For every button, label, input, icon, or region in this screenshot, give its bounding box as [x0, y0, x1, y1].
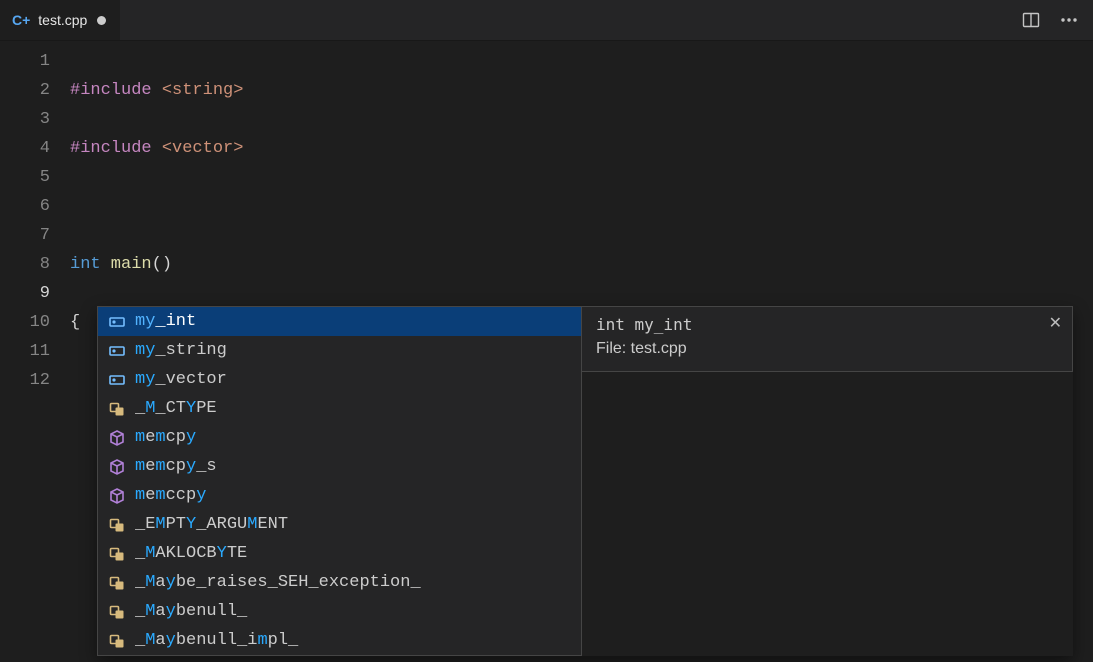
line-number: 10 [0, 308, 50, 337]
tab-testcpp[interactable]: C+ test.cpp [0, 0, 120, 40]
autocomplete-item[interactable]: memccpy [98, 481, 581, 510]
doc-file: File: test.cpp [596, 340, 1058, 358]
line-number: 1 [0, 47, 50, 76]
line-number: 12 [0, 366, 50, 395]
autocomplete-item[interactable]: memcpy [98, 423, 581, 452]
autocomplete-label: memccpy [135, 486, 571, 505]
line-number-gutter: 1 2 3 4 5 6 7 8 9 10 11 12 [0, 47, 70, 627]
autocomplete-item[interactable]: _Maybe_raises_SEH_exception_ [98, 568, 581, 597]
autocomplete-label: _MAKLOCBYTE [135, 544, 571, 563]
autocomplete-item[interactable]: my_vector [98, 365, 581, 394]
token-func: main [101, 255, 152, 274]
token-include: <string> [152, 81, 244, 100]
autocomplete-label: my_int [135, 312, 571, 331]
token-type: int [70, 255, 101, 274]
autocomplete-popup: my_int my_string my_vector _M_CTYPEmemcpy me… [97, 306, 1073, 656]
close-icon[interactable]: ✕ [1049, 313, 1062, 333]
token-brace: { [70, 313, 80, 332]
doc-signature: int my_int [596, 315, 1058, 334]
autocomplete-label: _EMPTY_ARGUMENT [135, 515, 571, 534]
tab-bar: C+ test.cpp [0, 0, 1093, 41]
line-number: 11 [0, 337, 50, 366]
unsaved-dot-icon [97, 16, 106, 25]
more-actions-icon[interactable] [1059, 10, 1079, 30]
line-number: 4 [0, 134, 50, 163]
line-number: 6 [0, 192, 50, 221]
autocomplete-label: _M_CTYPE [135, 399, 571, 418]
autocomplete-label: _Maybe_raises_SEH_exception_ [135, 573, 571, 592]
autocomplete-label: my_vector [135, 370, 571, 389]
autocomplete-item[interactable]: _Maybenull_ [98, 597, 581, 626]
autocomplete-label: _Maybenull_impl_ [135, 631, 571, 650]
autocomplete-item[interactable]: _MAKLOCBYTE [98, 539, 581, 568]
line-number: 5 [0, 163, 50, 192]
tab-actions [1021, 0, 1093, 40]
split-editor-icon[interactable] [1021, 10, 1041, 30]
autocomplete-label: memcpy [135, 428, 571, 447]
cpp-file-icon: C+ [12, 12, 30, 28]
autocomplete-doc: int my_int File: test.cpp ✕ [582, 306, 1073, 372]
autocomplete-item[interactable]: _M_CTYPE [98, 394, 581, 423]
autocomplete-item[interactable]: _Maybenull_impl_ [98, 626, 581, 655]
autocomplete-item[interactable]: _EMPTY_ARGUMENT [98, 510, 581, 539]
line-number: 2 [0, 76, 50, 105]
autocomplete-label: my_string [135, 341, 571, 360]
line-number-current: 9 [0, 279, 50, 308]
autocomplete-item[interactable]: memcpy_s [98, 452, 581, 481]
tab-filename: test.cpp [38, 12, 87, 28]
autocomplete-label: _Maybenull_ [135, 602, 571, 621]
token-preproc: #include [70, 139, 152, 158]
token-punc: () [152, 255, 172, 274]
line-number: 7 [0, 221, 50, 250]
token-preproc: #include [70, 81, 152, 100]
autocomplete-list[interactable]: my_int my_string my_vector _M_CTYPEmemcpy me… [97, 306, 582, 656]
line-number: 3 [0, 105, 50, 134]
autocomplete-item[interactable]: my_int [98, 307, 581, 336]
token-include: <vector> [152, 139, 244, 158]
line-number: 8 [0, 250, 50, 279]
autocomplete-item[interactable]: my_string [98, 336, 581, 365]
autocomplete-label: memcpy_s [135, 457, 571, 476]
